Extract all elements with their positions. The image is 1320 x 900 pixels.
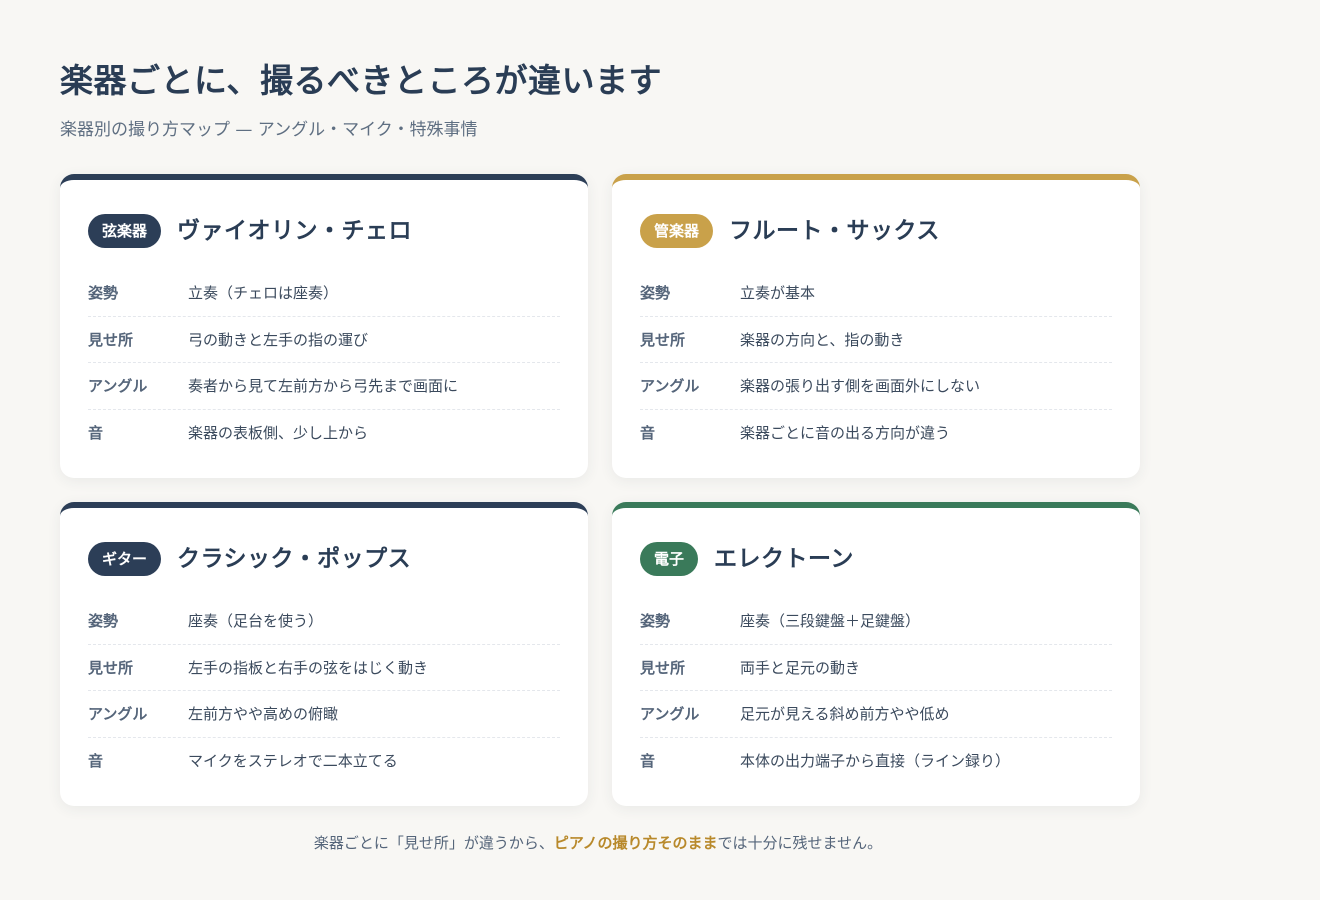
row-label: 音 (88, 751, 104, 770)
footer-note: 楽器ごとに「見せ所」が違うから、ピアノの撮り方そのままでは十分に残せません。 (0, 832, 1196, 853)
card-title: エレクトーン (714, 546, 854, 572)
row-label: 姿勢 (640, 284, 671, 303)
card-header: 電子 エレクトーン (640, 542, 1112, 576)
row-value: 立奏が基本 (740, 284, 816, 303)
card-title: クラシック・ポップス (177, 546, 412, 572)
row-value: 本体の出力端子から直接（ライン録り） (740, 751, 1011, 770)
row-label: アングル (88, 705, 148, 724)
info-row-sound: 音 楽器ごとに音の出る方向が違う (640, 410, 1112, 456)
footer-text-after: では十分に残せません。 (717, 834, 883, 852)
category-badge: 電子 (640, 542, 699, 576)
info-row-highlight: 見せ所 楽器の方向と、指の動き (640, 317, 1112, 363)
info-row-posture: 姿勢 立奏が基本 (640, 270, 1112, 317)
row-label: 姿勢 (640, 612, 671, 631)
row-label: 音 (88, 423, 104, 442)
category-badge: 管楽器 (640, 214, 714, 248)
card-title: ヴァイオリン・チェロ (177, 218, 413, 244)
row-value: 奏者から見て左前方から弓先まで画面に (188, 377, 459, 396)
row-value: 左前方やや高めの俯瞰 (188, 705, 339, 724)
row-label: 姿勢 (88, 612, 119, 631)
row-label: アングル (88, 377, 148, 396)
row-value: 両手と足元の動き (740, 658, 861, 677)
card-header: 管楽器 フルート・サックス (640, 214, 1112, 248)
info-row-angle: アングル 楽器の張り出す側を画面外にしない (640, 363, 1112, 410)
page-subtitle: 楽器別の撮り方マップ — アングル・マイク・特殊事情 (60, 120, 478, 140)
info-row-highlight: 見せ所 弓の動きと左手の指の運び (88, 317, 560, 363)
row-label: 姿勢 (88, 284, 119, 303)
card-strings: 弦楽器 ヴァイオリン・チェロ 姿勢 立奏（チェロは座奏） 見せ所 弓の動きと左手… (60, 174, 588, 478)
card-title: フルート・サックス (729, 218, 940, 244)
info-rows: 姿勢 座奏（三段鍵盤＋足鍵盤） 見せ所 両手と足元の動き アングル 足元が見える… (640, 598, 1112, 783)
row-label: 音 (640, 751, 656, 770)
footer-text-before: 楽器ごとに「見せ所」が違うから、 (313, 834, 554, 852)
row-value: 楽器ごとに音の出る方向が違う (740, 423, 951, 442)
row-label: 見せ所 (88, 330, 134, 349)
card-electone: 電子 エレクトーン 姿勢 座奏（三段鍵盤＋足鍵盤） 見せ所 両手と足元の動き ア… (612, 502, 1140, 806)
row-value: 立奏（チェロは座奏） (188, 284, 339, 303)
row-value: 楽器の張り出す側を画面外にしない (740, 377, 981, 396)
row-label: アングル (640, 705, 700, 724)
category-badge: ギター (88, 542, 162, 576)
row-label: 見せ所 (640, 330, 686, 349)
row-value: マイクをステレオで二本立てる (188, 751, 398, 770)
info-row-posture: 姿勢 座奏（三段鍵盤＋足鍵盤） (640, 598, 1112, 645)
info-row-angle: アングル 左前方やや高めの俯瞰 (88, 691, 560, 738)
info-row-sound: 音 本体の出力端子から直接（ライン録り） (640, 738, 1112, 784)
page-title: 楽器ごとに、撮るべきところが違います (60, 61, 663, 100)
info-rows: 姿勢 立奏（チェロは座奏） 見せ所 弓の動きと左手の指の運び アングル 奏者から… (88, 270, 560, 455)
card-header: 弦楽器 ヴァイオリン・チェロ (88, 214, 560, 248)
info-row-sound: 音 楽器の表板側、少し上から (88, 410, 560, 456)
row-value: 足元が見える斜め前方やや低め (740, 705, 950, 724)
info-rows: 姿勢 座奏（足台を使う） 見せ所 左手の指板と右手の弦をはじく動き アングル 左… (88, 598, 560, 783)
info-row-highlight: 見せ所 左手の指板と右手の弦をはじく動き (88, 645, 560, 691)
category-badge: 弦楽器 (88, 214, 162, 248)
info-row-highlight: 見せ所 両手と足元の動き (640, 645, 1112, 691)
row-label: 見せ所 (88, 658, 134, 677)
card-guitar: ギター クラシック・ポップス 姿勢 座奏（足台を使う） 見せ所 左手の指板と右手… (60, 502, 588, 806)
row-label: 音 (640, 423, 656, 442)
footer-highlight: ピアノの撮り方そのまま (553, 834, 718, 852)
row-value: 座奏（三段鍵盤＋足鍵盤） (740, 612, 921, 631)
card-winds: 管楽器 フルート・サックス 姿勢 立奏が基本 見せ所 楽器の方向と、指の動き ア… (612, 174, 1140, 478)
row-value: 楽器の方向と、指の動き (740, 330, 905, 349)
row-value: 楽器の表板側、少し上から (188, 423, 369, 442)
info-row-posture: 姿勢 立奏（チェロは座奏） (88, 270, 560, 317)
info-row-posture: 姿勢 座奏（足台を使う） (88, 598, 560, 645)
info-rows: 姿勢 立奏が基本 見せ所 楽器の方向と、指の動き アングル 楽器の張り出す側を画… (640, 270, 1112, 455)
instrument-cards: 弦楽器 ヴァイオリン・チェロ 姿勢 立奏（チェロは座奏） 見せ所 弓の動きと左手… (60, 174, 1140, 806)
card-header: ギター クラシック・ポップス (88, 542, 560, 576)
row-value: 座奏（足台を使う） (188, 612, 324, 631)
row-label: アングル (640, 377, 700, 396)
row-value: 弓の動きと左手の指の運び (188, 330, 369, 349)
info-row-sound: 音 マイクをステレオで二本立てる (88, 738, 560, 784)
info-row-angle: アングル 足元が見える斜め前方やや低め (640, 691, 1112, 738)
info-row-angle: アングル 奏者から見て左前方から弓先まで画面に (88, 363, 560, 410)
row-value: 左手の指板と右手の弦をはじく動き (188, 658, 429, 677)
row-label: 見せ所 (640, 658, 686, 677)
